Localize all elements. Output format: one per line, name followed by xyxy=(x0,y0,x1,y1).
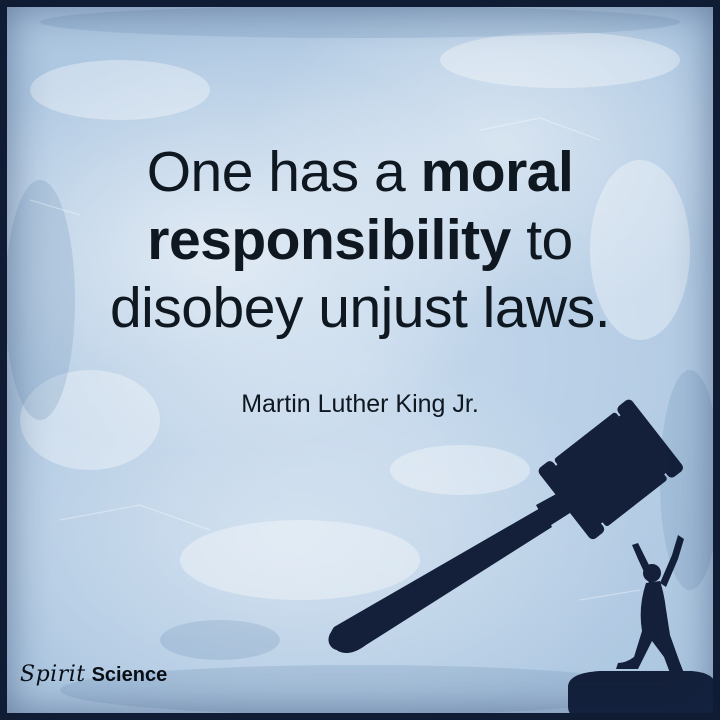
quote-line-1: One has a moral xyxy=(146,140,574,204)
gavel-handle xyxy=(329,507,552,653)
quote-line-3: disobey unjust laws. xyxy=(109,276,611,340)
quote-card: One has a moral responsibility to disobe… xyxy=(0,0,720,720)
gavel-illustration xyxy=(328,399,716,720)
logo-spirit: Spirit xyxy=(20,662,86,687)
quote-text: One has a moral responsibility to disobe… xyxy=(0,138,720,342)
spirit-science-logo: Spirit Science xyxy=(20,662,167,694)
quote-line-2: responsibility to xyxy=(147,208,573,272)
logo-science: Science xyxy=(91,664,168,686)
man-figure xyxy=(616,535,684,673)
sounding-block xyxy=(568,671,716,720)
